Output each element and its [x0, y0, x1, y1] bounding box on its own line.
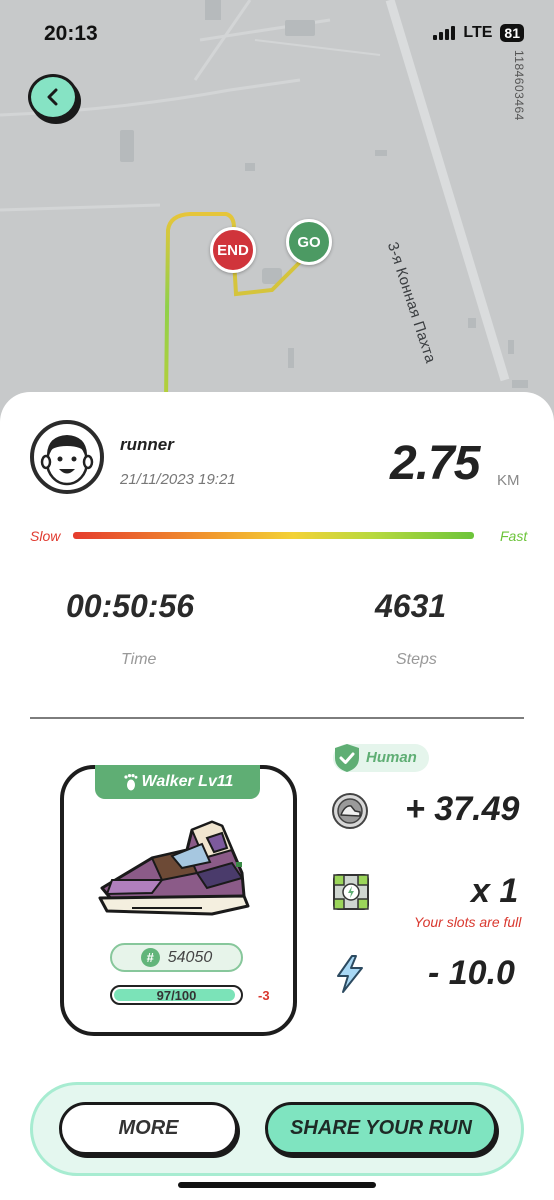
fast-label: Fast	[500, 528, 528, 544]
hash-icon: #	[140, 948, 160, 967]
end-pin[interactable]: END	[210, 227, 256, 273]
share-run-button[interactable]: SHARE YOUR RUN	[265, 1102, 497, 1155]
slots-full-note: Your slots are full	[414, 914, 522, 930]
sneaker-token-icon	[332, 793, 368, 829]
sneaker-level-tab: Walker Lv11	[95, 765, 260, 799]
battery-icon: 81	[500, 24, 524, 42]
time-label: Time	[121, 651, 157, 668]
face-icon	[40, 435, 94, 486]
sneaker-image	[98, 820, 250, 916]
chevron-left-icon	[47, 88, 58, 106]
durability-bar: 97/100	[110, 985, 243, 1005]
mystery-box-count: x 1	[471, 872, 519, 910]
run-datetime: 21/11/2023 19:21	[120, 471, 236, 488]
back-button[interactable]	[28, 74, 78, 120]
mystery-box-icon	[333, 874, 369, 910]
signal-icon	[433, 26, 456, 40]
status-bar: 20:13 LTE 81	[0, 0, 554, 70]
earned-value: + 37.49	[405, 790, 520, 828]
distance-unit: KM	[497, 472, 520, 489]
more-button[interactable]: MORE	[59, 1102, 238, 1155]
steps-label: Steps	[396, 651, 437, 668]
durability-change: -3	[258, 988, 270, 1003]
sneaker-id-pill: # 54050	[110, 943, 243, 972]
network-label: LTE	[463, 24, 493, 41]
sneaker-level-label: Walker Lv11	[141, 773, 234, 790]
divider	[30, 717, 524, 719]
speed-gradient-bar	[73, 532, 474, 539]
energy-value: - 10.0	[428, 954, 515, 992]
status-indicators: LTE 81	[433, 24, 524, 42]
go-pin[interactable]: GO	[286, 219, 332, 265]
durability-text: 97/100	[156, 987, 197, 1003]
status-time: 20:13	[44, 22, 98, 45]
sneaker-id: 54050	[167, 948, 213, 966]
distance-value: 2.75	[390, 437, 480, 490]
username: runner	[120, 435, 174, 454]
time-value: 00:50:56	[66, 588, 195, 624]
home-indicator[interactable]	[178, 1182, 376, 1188]
shield-check-icon	[335, 744, 359, 772]
human-label: Human	[366, 749, 417, 766]
energy-bolt-icon	[337, 955, 363, 993]
footprint-icon	[123, 774, 137, 791]
steps-value: 4631	[375, 588, 447, 624]
slow-label: Slow	[30, 528, 61, 544]
avatar[interactable]	[30, 420, 104, 494]
